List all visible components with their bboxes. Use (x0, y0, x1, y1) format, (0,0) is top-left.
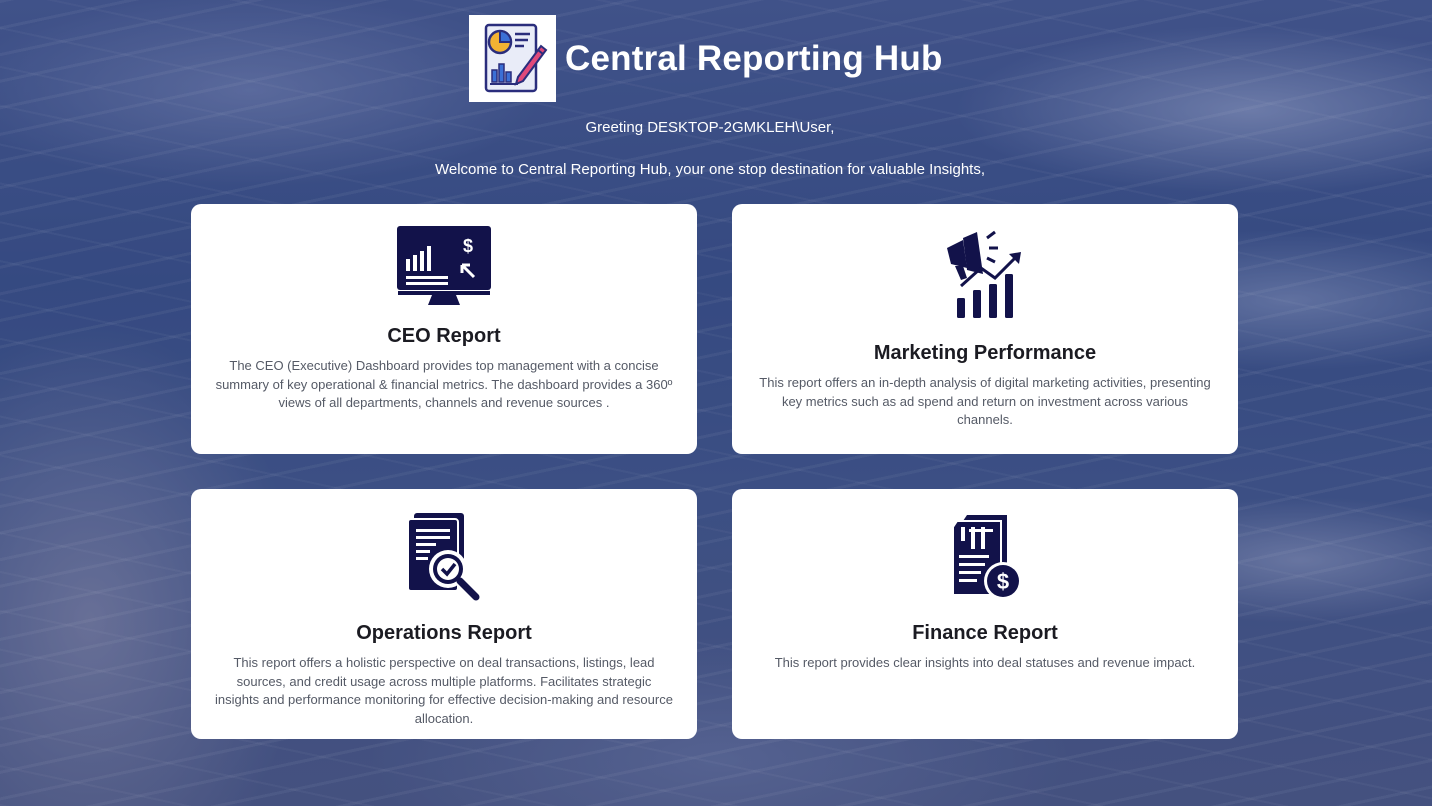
card-title: CEO Report (387, 325, 501, 347)
card-title: Operations Report (356, 622, 532, 644)
page-title: Central Reporting Hub (565, 38, 943, 78)
marketing-performance-card[interactable]: Marketing Performance This report offers… (732, 204, 1238, 454)
logo (469, 15, 556, 102)
invoice-dollar-icon: $ (952, 515, 1022, 600)
ceo-report-card[interactable]: $ CEO Report The CEO (Executive) Dashboa… (191, 204, 697, 454)
background-photo: Central Reporting Hub Greeting DESKTOP-2… (0, 0, 1432, 806)
card-title: Marketing Performance (873, 342, 1097, 364)
card-description: This report offers a holistic perspectiv… (215, 655, 673, 726)
card-description: The CEO (Executive) Dashboard provides t… (215, 358, 673, 410)
svg-text:$: $ (463, 236, 473, 256)
svg-text:$: $ (997, 569, 1009, 594)
card-description: This report offers an in-depth analysis … (759, 375, 1211, 427)
document-magnifier-check-icon (407, 513, 480, 601)
operations-report-card[interactable]: Operations Report This report offers a h… (191, 489, 697, 739)
finance-report-card[interactable]: $ Finance Report This report provides cl… (732, 489, 1238, 739)
welcome-text: Welcome to Central Reporting Hub, your o… (434, 161, 986, 178)
monitor-chart-dollar-icon: $ (397, 226, 491, 305)
greeting-text: Greeting DESKTOP-2GMKLEH\User, (585, 119, 835, 136)
report-logo-icon (484, 23, 547, 92)
card-title: Finance Report (912, 622, 1058, 644)
card-description: This report provides clear insights into… (774, 655, 1196, 670)
header: Central Reporting Hub (469, 15, 943, 102)
megaphone-growth-chart-icon (947, 230, 1021, 318)
